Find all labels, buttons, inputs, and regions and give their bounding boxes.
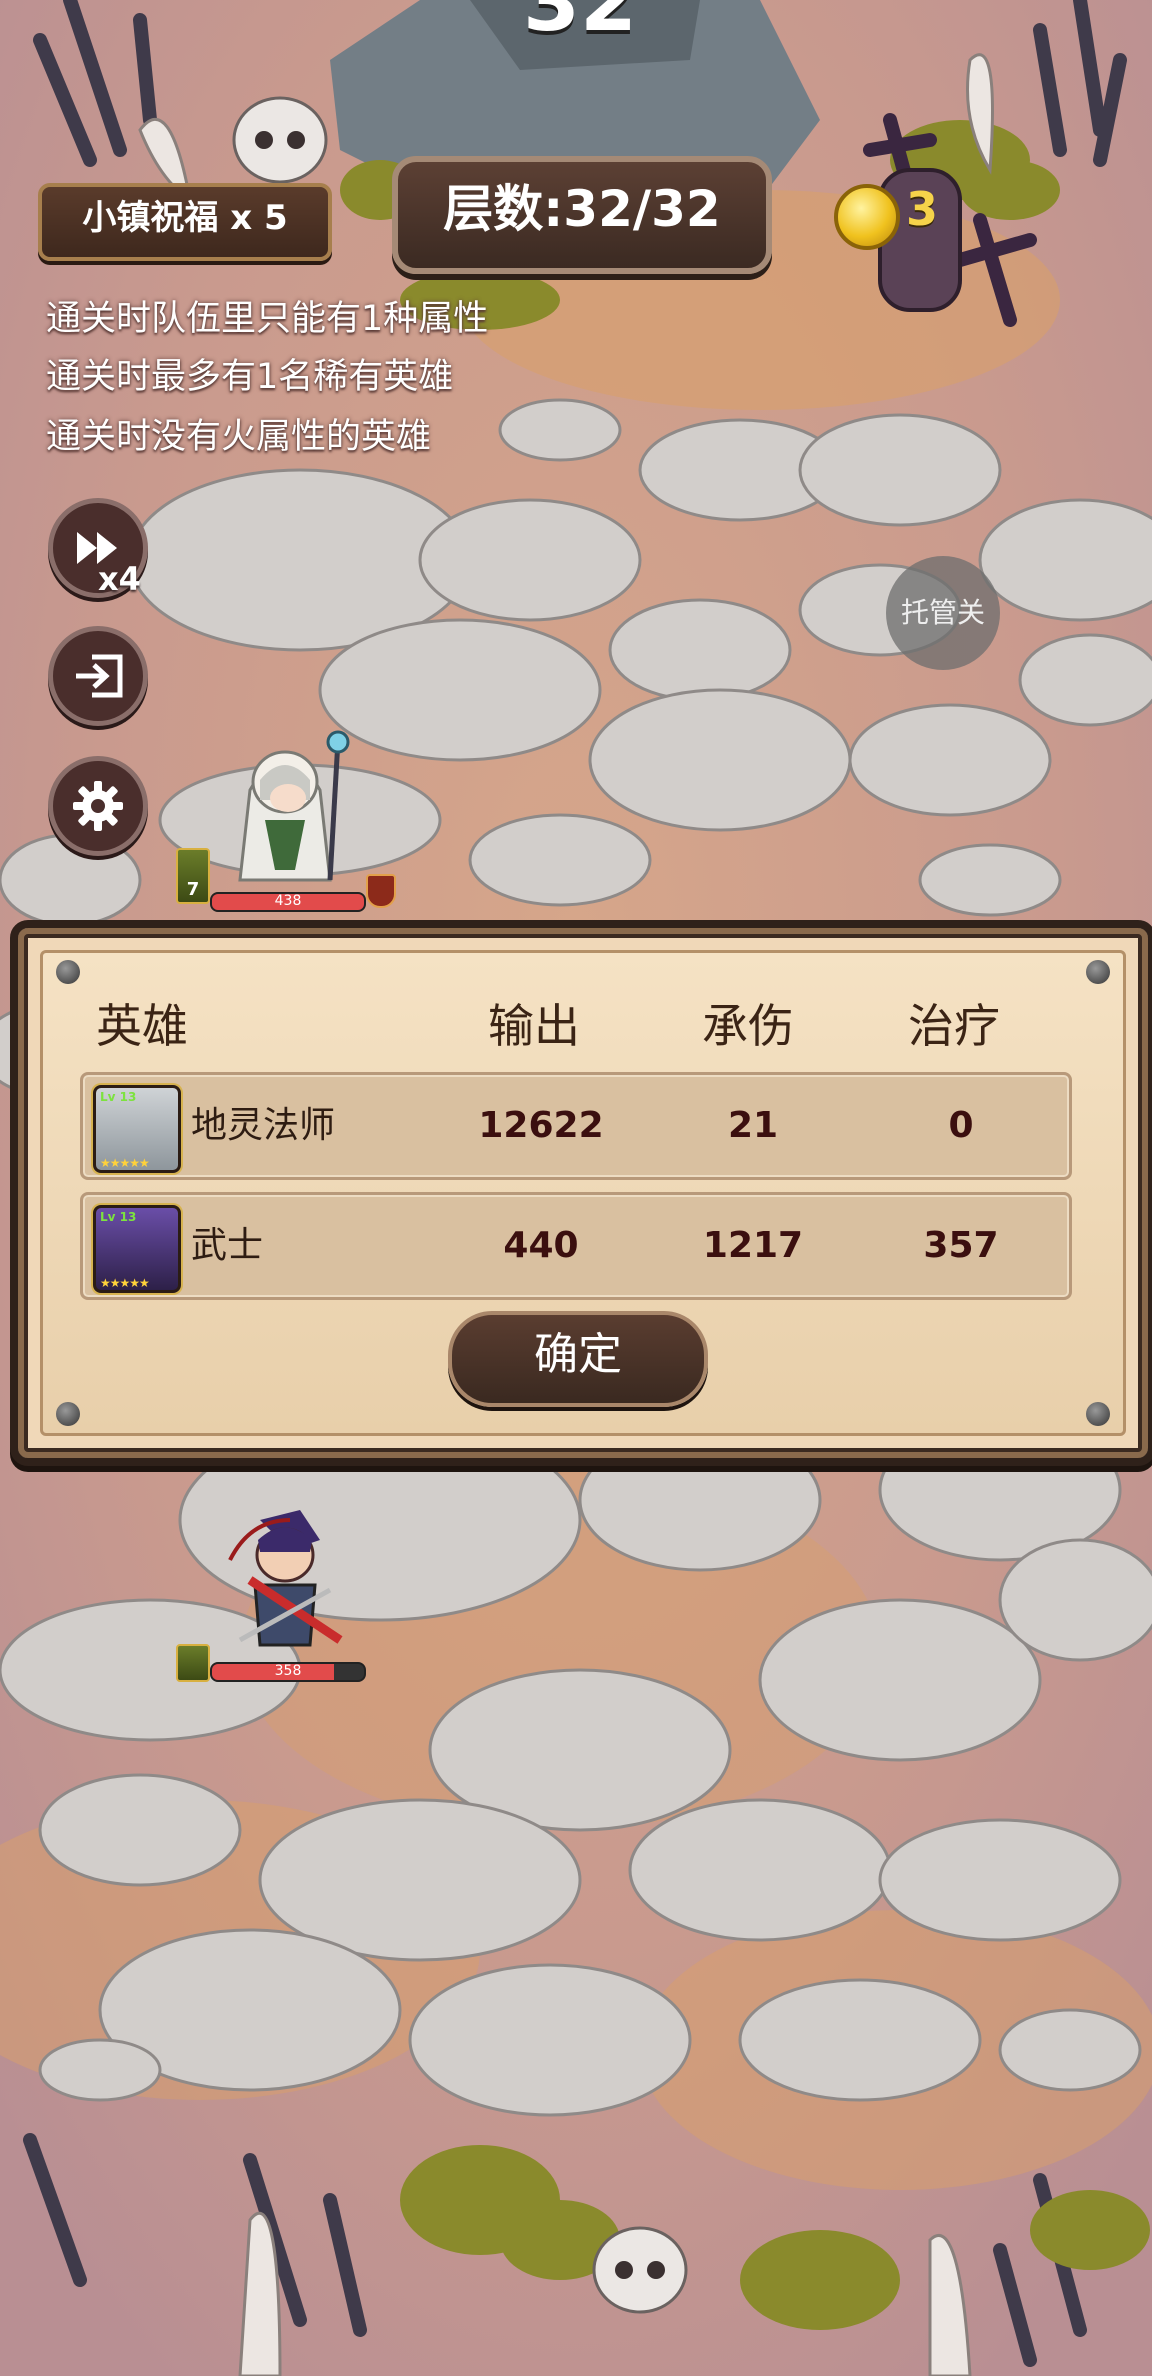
samurai-hero-sprite[interactable] xyxy=(200,1500,360,1660)
coin-count: 3 xyxy=(906,182,939,236)
floor-indicator: 层数:32/32 xyxy=(392,156,772,274)
damage-value: 440 xyxy=(503,1225,579,1266)
panel-rivet xyxy=(56,1402,80,1426)
column-header-damage: 输出 xyxy=(488,999,580,1053)
hero-hp-value: 358 xyxy=(274,1663,302,1679)
top-floor-number: 32 xyxy=(522,0,638,50)
avatar-stars: ★★★★★ xyxy=(100,1276,150,1290)
clear-condition-3: 通关时没有火属性的英雄 xyxy=(46,417,432,457)
exit-icon xyxy=(76,654,123,698)
hero-level-badge: 7 xyxy=(176,848,210,904)
avatar-level: Lv 13 xyxy=(100,1210,137,1224)
panel-rivet xyxy=(1086,960,1110,984)
hero-avatar: Lv 13 ★★★★★ xyxy=(93,1205,181,1293)
hero-name: 武士 xyxy=(191,1225,264,1266)
column-header-healing: 治疗 xyxy=(908,999,1000,1053)
clear-condition-2: 通关时最多有1名稀有英雄 xyxy=(46,357,454,397)
blessing-banner[interactable]: 小镇祝福 x 5 xyxy=(38,183,332,261)
speed-multiplier: x4 xyxy=(98,560,141,598)
settings-button[interactable] xyxy=(48,756,148,856)
table-row: Lv 13 ★★★★★ 地灵法师 12622 21 0 xyxy=(80,1072,1072,1180)
damage-value: 12622 xyxy=(478,1105,604,1146)
avatar-level: Lv 13 xyxy=(100,1090,137,1104)
hero-hp-bar: 438 xyxy=(210,892,366,912)
gear-icon xyxy=(73,781,123,831)
hero-name: 地灵法师 xyxy=(191,1105,336,1146)
hero-hp-bar: 358 xyxy=(210,1662,366,1682)
exit-button[interactable] xyxy=(48,626,148,726)
confirm-button[interactable]: 确定 xyxy=(448,1311,708,1407)
shield-icon xyxy=(366,874,396,908)
mage-hero-sprite[interactable] xyxy=(210,720,360,890)
panel-rivet xyxy=(1086,1402,1110,1426)
column-header-hero: 英雄 xyxy=(96,999,188,1053)
hero-hp-value: 438 xyxy=(274,893,302,909)
healing-value: 0 xyxy=(948,1105,974,1146)
damage-taken-value: 1217 xyxy=(702,1225,804,1266)
clear-condition-1: 通关时队伍里只能有1种属性 xyxy=(46,299,489,339)
healing-value: 357 xyxy=(923,1225,999,1266)
column-header-damage-taken: 承伤 xyxy=(702,999,794,1053)
table-row: Lv 13 ★★★★★ 武士 440 1217 357 xyxy=(80,1192,1072,1300)
auto-battle-button[interactable]: 托管关 xyxy=(886,556,1000,670)
panel-rivet xyxy=(56,960,80,984)
hero-class-badge xyxy=(176,1644,210,1682)
hero-avatar: Lv 13 ★★★★★ xyxy=(93,1085,181,1173)
avatar-stars: ★★★★★ xyxy=(100,1156,150,1170)
coin-icon xyxy=(834,184,900,250)
damage-taken-value: 21 xyxy=(727,1105,779,1146)
